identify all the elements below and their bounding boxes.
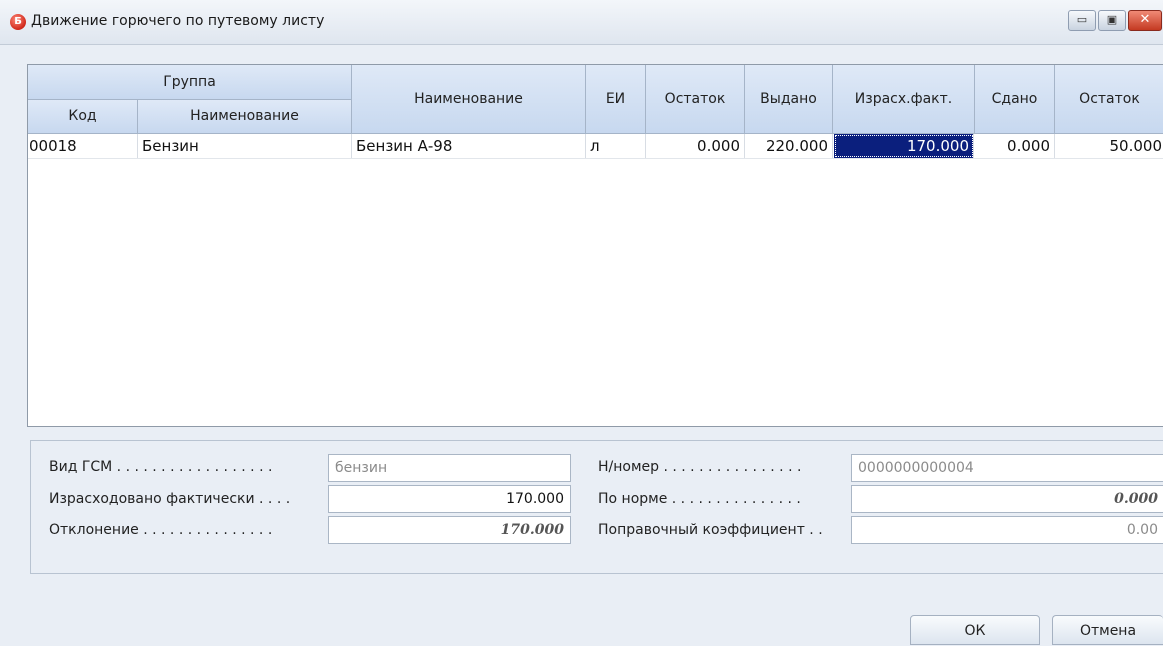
rest-start-header-label: Остаток <box>664 91 726 107</box>
maximize-icon: ▣ <box>1106 13 1118 26</box>
cell-issued[interactable]: 220.000 <box>745 134 833 158</box>
group-header-label: Группа <box>163 74 216 90</box>
cell-rest-end[interactable]: 50.000 <box>1055 134 1163 158</box>
close-button[interactable]: ✕ <box>1128 10 1162 31</box>
norm-label: По норме . . . . . . . . . . . . . . . <box>598 491 801 507</box>
cell-code[interactable]: 00018 <box>28 134 138 158</box>
close-icon: ✕ <box>1139 12 1151 27</box>
spent-field[interactable]: 170.000 <box>328 485 571 513</box>
deviation-label: Отклонение . . . . . . . . . . . . . . . <box>49 522 273 538</box>
name-header-label: Наименование <box>414 91 523 107</box>
column-header-returned[interactable]: Сдано <box>975 65 1055 134</box>
window-title: Движение горючего по путевому листу <box>31 13 325 29</box>
column-header-spent-fact[interactable]: Израсх.факт. <box>833 65 975 134</box>
spent-label: Израсходовано фактически . . . . <box>49 491 291 507</box>
maximize-button[interactable]: ▣ <box>1098 10 1126 31</box>
column-header-issued[interactable]: Выдано <box>745 65 833 134</box>
cell-rest-start[interactable]: 0.000 <box>646 134 745 158</box>
minimize-button[interactable]: ▭ <box>1068 10 1096 31</box>
number-field[interactable]: 0000000000004 <box>851 454 1163 482</box>
column-header-rest-end[interactable]: Остаток <box>1055 65 1163 134</box>
cancel-button[interactable]: Отмена <box>1052 615 1163 645</box>
ok-button[interactable]: ОК <box>910 615 1040 645</box>
issued-header-label: Выдано <box>760 91 817 107</box>
unit-header-label: ЕИ <box>605 91 626 107</box>
title-bar: Б Движение горючего по путевому листу ▭ … <box>0 0 1163 45</box>
cell-group-name[interactable]: Бензин <box>138 134 352 158</box>
fuel-movement-grid[interactable]: Группа Код Наименование Наименование ЕИ … <box>27 64 1163 427</box>
app-logo-icon: Б <box>10 14 26 30</box>
coefficient-field[interactable]: 0.00 <box>851 516 1163 544</box>
deviation-field[interactable]: 170.000 <box>328 516 571 544</box>
minimize-icon: ▭ <box>1076 13 1088 26</box>
cell-name[interactable]: Бензин А-98 <box>352 134 586 158</box>
code-header-label: Код <box>68 108 97 124</box>
column-header-group-name[interactable]: Наименование <box>138 100 352 134</box>
table-row[interactable]: 00018 Бензин Бензин А-98 л 0.000 220.000… <box>28 134 1163 159</box>
column-header-name[interactable]: Наименование <box>352 65 586 134</box>
fuel-type-label: Вид ГСМ . . . . . . . . . . . . . . . . … <box>49 459 273 475</box>
details-panel: Вид ГСМ . . . . . . . . . . . . . . . . … <box>30 440 1163 574</box>
rest-end-header-label: Остаток <box>1079 91 1140 107</box>
group-name-header-label: Наименование <box>190 108 299 124</box>
column-header-unit[interactable]: ЕИ <box>586 65 646 134</box>
returned-header-label: Сдано <box>991 91 1038 107</box>
spent-fact-header-label: Израсх.факт. <box>854 91 953 107</box>
coefficient-label: Поправочный коэффициент . . <box>598 522 823 538</box>
norm-field[interactable]: 0.000 <box>851 485 1163 513</box>
column-header-group[interactable]: Группа <box>28 65 352 100</box>
cell-returned[interactable]: 0.000 <box>975 134 1055 158</box>
fuel-type-field[interactable]: бензин <box>328 454 571 482</box>
cell-unit[interactable]: л <box>586 134 646 158</box>
number-label: Н/номер . . . . . . . . . . . . . . . . <box>598 459 802 475</box>
column-header-rest-start[interactable]: Остаток <box>646 65 745 134</box>
cell-spent-fact-selected[interactable]: 170.000 <box>834 134 974 158</box>
column-header-code[interactable]: Код <box>28 100 138 134</box>
